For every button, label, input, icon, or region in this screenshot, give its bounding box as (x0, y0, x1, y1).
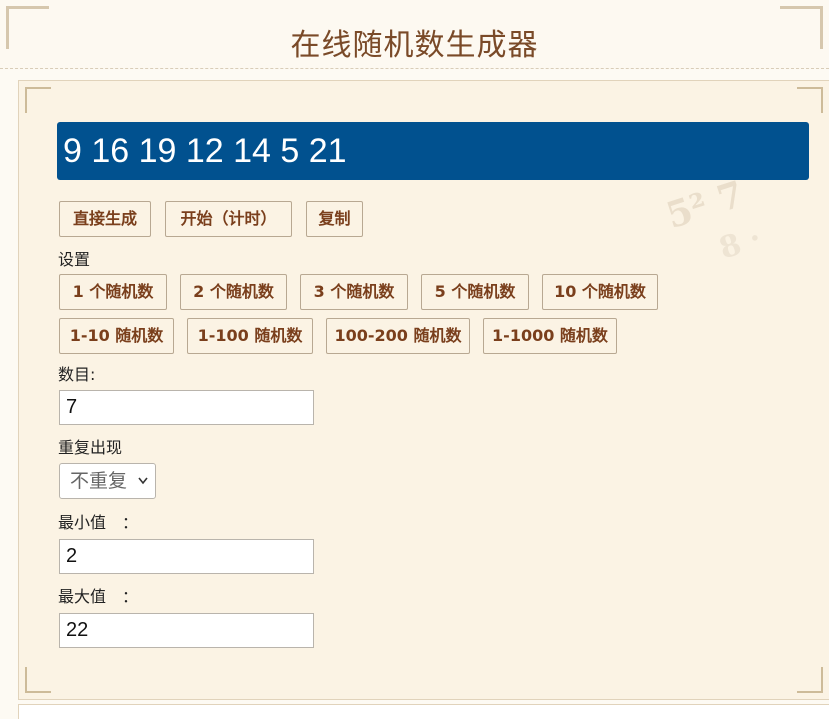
preset-2-numbers-button[interactable]: 2 个随机数 (180, 274, 287, 310)
next-panel-edge (18, 704, 829, 719)
range-100-200-button[interactable]: 100-200 随机数 (326, 318, 470, 354)
max-label: 最大值 ： (58, 587, 139, 606)
corner-ornament (797, 667, 823, 693)
settings-heading: 设置 (58, 250, 91, 269)
repeat-label: 重复出现 (58, 438, 123, 457)
header: 在线随机数生成器 (0, 0, 829, 69)
preset-5-numbers-button[interactable]: 5 个随机数 (421, 274, 529, 310)
generate-button[interactable]: 直接生成 (59, 201, 151, 237)
corner-ornament (25, 87, 51, 113)
chevron-down-icon (137, 464, 149, 512)
min-label: 最小值 ： (58, 513, 139, 532)
page-title: 在线随机数生成器 (290, 28, 539, 63)
range-1-100-button[interactable]: 1-100 随机数 (187, 318, 313, 354)
max-input[interactable]: 22 (59, 613, 314, 648)
result-display: 9 16 19 12 14 5 21 (57, 122, 809, 180)
min-input[interactable]: 2 (59, 539, 314, 574)
start-timer-button[interactable]: 开始（计时） (165, 201, 292, 237)
copy-button[interactable]: 复制 (306, 201, 363, 237)
repeat-select-value: 不重复 (70, 470, 128, 492)
range-1-10-button[interactable]: 1-10 随机数 (59, 318, 174, 354)
range-1-1000-button[interactable]: 1-1000 随机数 (483, 318, 617, 354)
preset-1-numbers-button[interactable]: 1 个随机数 (59, 274, 167, 310)
preset-3-numbers-button[interactable]: 3 个随机数 (300, 274, 408, 310)
preset-10-numbers-button[interactable]: 10 个随机数 (542, 274, 658, 310)
count-label: 数目: (58, 365, 96, 384)
count-input[interactable]: 7 (59, 390, 314, 425)
repeat-select[interactable]: 不重复 (59, 463, 156, 499)
corner-ornament (25, 667, 51, 693)
corner-ornament (797, 87, 823, 113)
